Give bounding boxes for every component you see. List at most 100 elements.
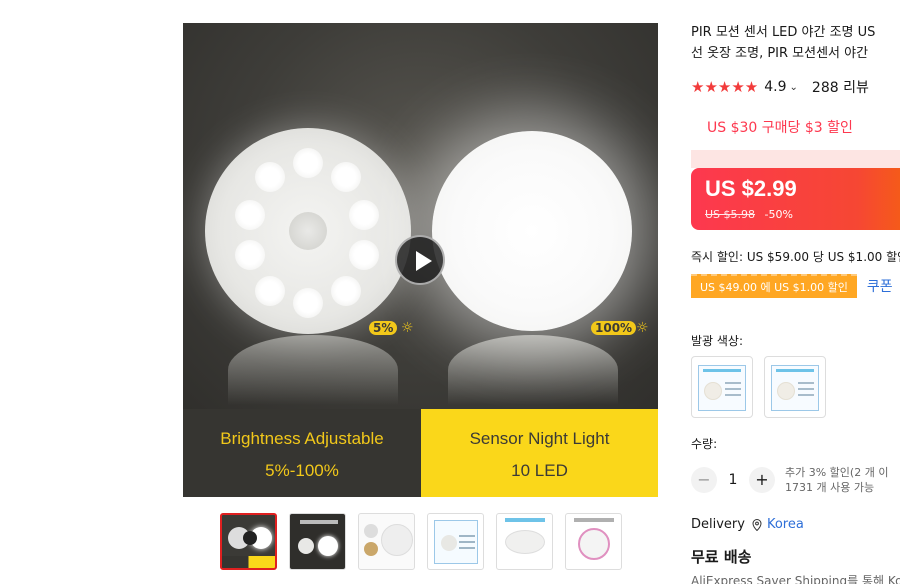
thumbnail-5[interactable] [496,513,553,570]
thumbnail-4[interactable] [427,513,484,570]
thumb-shape [441,535,457,551]
play-icon [243,531,257,545]
feature-band-left: Brightness Adjustable 5%-100% [183,409,421,497]
quantity-stepper: − 1 + 추가 3% 할인(2 개 이 1731 개 사용 가능 [691,465,888,495]
swatch-shape [725,388,741,390]
swatch-shape [776,369,814,372]
feature-text: Sensor Night Light [469,429,610,448]
thumb-shape [505,530,545,554]
led-dot [293,148,323,178]
coupon-link[interactable]: 쿠폰 [867,276,893,296]
brightness-badge-high: 100% [591,321,637,335]
thumb-shape [364,524,378,538]
swatch-image [698,365,746,411]
quantity-discount: 추가 3% 할인(2 개 이 [785,466,889,479]
thumb-shape [505,518,545,522]
thumb-shape [298,538,314,554]
star-rating-icon: ★★★★★ [691,78,759,96]
quantity-value[interactable]: 1 [717,472,749,488]
brightness-badge-low: 5% [369,321,398,335]
increase-quantity-button[interactable]: + [749,467,775,493]
night-light-dim [205,128,411,334]
coupon-row: US $49.00 에 US $1.00 할인 쿠폰 [691,274,893,298]
feature-text: 10 LED [511,461,568,480]
color-option-1[interactable] [691,356,753,418]
swatch-shape [798,394,814,396]
thumbnail-strip [220,513,622,570]
led-dot [331,276,361,306]
original-price: US $5.98 [705,208,756,221]
location-pin-icon [752,518,762,531]
thumb-shape [578,528,610,560]
price-top-bar [691,150,900,168]
reflection [228,335,398,405]
free-shipping: 무료 배송 [691,548,752,566]
coupon-badge[interactable]: US $49.00 에 US $1.00 할인 [691,274,857,298]
led-dot [349,200,379,230]
swatch-shape [777,382,795,400]
rating-row: ★★★★★ 4.9 ⌄ 288 리뷰 [691,77,869,97]
chevron-down-icon[interactable]: ⌄ [790,82,798,93]
thumb-shape [381,524,413,556]
swatch-shape [703,369,741,372]
led-dot [331,162,361,192]
stock-available: 1731 개 사용 가능 [785,481,875,494]
thumb-shape [459,535,475,537]
product-title: PIR 모션 센서 LED 야간 조명 US 선 옷장 조명, PIR 모션센서… [691,22,900,66]
sun-icon: ☼ [636,320,649,336]
rating-score[interactable]: 4.9 [764,79,786,95]
swatch-image [771,365,819,411]
color-option-2[interactable] [764,356,826,418]
sun-icon: ☼ [401,320,414,336]
led-dot [255,276,285,306]
product-scene: 5% ☼ 100% ☼ [183,23,658,409]
thumb-shape [318,536,338,556]
swatch-shape [725,382,741,384]
thumbnail-3[interactable] [358,513,415,570]
delivery-row: Delivery Korea [691,517,804,532]
quantity-label: 수량: [691,437,718,451]
instant-discount: 즉시 할인: US $59.00 당 US $1.00 할인 [691,250,900,264]
swatch-shape [704,382,722,400]
led-dot [293,288,323,318]
quantity-note: 추가 3% 할인(2 개 이 1731 개 사용 가능 [785,465,888,495]
original-price-row: US $5.98 -50% [705,208,793,221]
thumb-shape [364,542,378,556]
thumb-shape [434,520,478,564]
title-line: 선 옷장 조명, PIR 모션센서 야간 [691,46,869,61]
store-promo: US $30 구매당 $3 할인 [707,120,853,136]
led-dot [255,162,285,192]
swatch-shape [725,394,741,396]
current-price: US $2.99 [705,176,797,201]
led-dot [349,240,379,270]
thumbnail-2[interactable] [289,513,346,570]
feature-text: 5%-100% [265,461,339,480]
swatch-shape [798,388,814,390]
delivery-label: Delivery [691,517,745,532]
thumb-shape [459,547,475,549]
thumb-shape [222,556,275,568]
discount-percent: -50% [764,208,793,221]
pir-sensor [289,212,327,250]
led-dot [235,240,265,270]
night-light-bright [432,131,632,331]
led-dot [235,200,265,230]
thumb-shape [574,518,614,522]
delivery-location-link[interactable]: Korea [767,517,804,532]
reviews-link[interactable]: 288 리뷰 [812,77,869,97]
thumbnail-6[interactable] [565,513,622,570]
thumbnail-1[interactable] [220,513,277,570]
reflection [448,335,618,405]
feature-band-right: Sensor Night Light 10 LED [421,409,658,497]
shipping-method: AliExpress Saver Shipping를 통해 Ko [691,574,900,584]
main-product-image[interactable]: 5% ☼ 100% ☼ Brightness Adjustable 5%-100… [183,23,658,497]
play-video-button[interactable] [395,235,445,285]
color-label: 발광 색상: [691,334,744,348]
swatch-shape [798,382,814,384]
thumb-shape [300,520,338,524]
decrease-quantity-button[interactable]: − [691,467,717,493]
feature-text: Brightness Adjustable [220,429,384,448]
title-line: PIR 모션 센서 LED 야간 조명 US [691,25,876,40]
thumb-shape [459,541,475,543]
price-box: US $2.99 US $5.98 -50% [691,168,900,230]
